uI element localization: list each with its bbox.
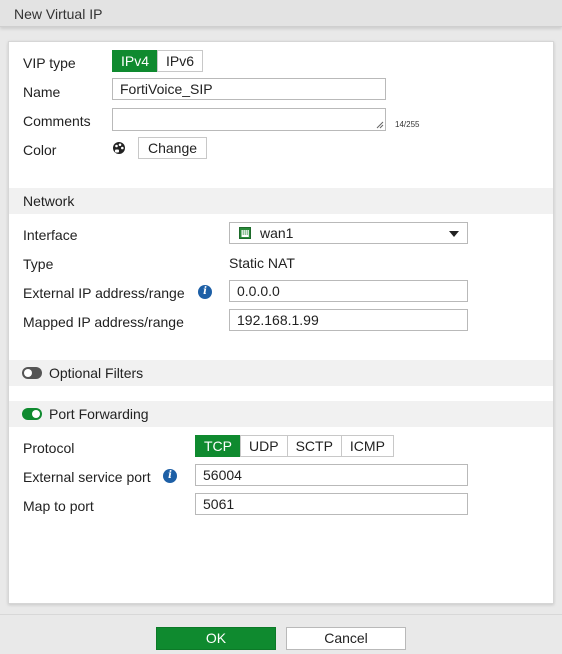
optional-filters-section: Optional Filters — [9, 360, 553, 386]
external-ip-input[interactable] — [229, 280, 468, 302]
network-section-title: Network — [23, 193, 75, 209]
info-icon[interactable]: i — [198, 285, 212, 299]
ok-button[interactable]: OK — [156, 627, 276, 650]
comments-counter: 14/255 — [395, 120, 420, 129]
vip-type-ipv4-option[interactable]: IPv4 — [112, 50, 159, 72]
name-label: Name — [23, 84, 61, 100]
protocol-toggle: TCP UDP SCTP ICMP — [195, 435, 394, 457]
port-forwarding-label: Port Forwarding — [49, 406, 149, 422]
interface-select[interactable]: wan1 — [229, 222, 468, 244]
interface-value: wan1 — [260, 225, 294, 241]
resize-grip-icon[interactable] — [376, 121, 384, 129]
map-port-label: Map to port — [23, 498, 94, 514]
port-forwarding-toggle[interactable] — [22, 408, 42, 420]
protocol-tcp-option[interactable]: TCP — [195, 435, 241, 457]
cancel-button[interactable]: Cancel — [286, 627, 406, 650]
optional-filters-label: Optional Filters — [49, 365, 144, 381]
port-forwarding-section: Port Forwarding — [9, 401, 553, 427]
palette-icon — [113, 142, 125, 154]
vip-type-toggle: IPv4 IPv6 — [112, 50, 204, 72]
color-change-button[interactable]: Change — [138, 137, 207, 159]
name-input[interactable] — [112, 78, 386, 100]
type-value: Static NAT — [229, 255, 295, 271]
dialog-footer: OK Cancel — [0, 614, 562, 654]
network-section-header: Network — [9, 188, 553, 214]
protocol-udp-option[interactable]: UDP — [240, 435, 288, 457]
dialog-title: New Virtual IP — [0, 0, 562, 27]
vip-type-ipv6-option[interactable]: IPv6 — [157, 50, 204, 72]
optional-filters-toggle[interactable] — [22, 367, 42, 379]
vip-type-label: VIP type — [23, 55, 76, 71]
protocol-label: Protocol — [23, 440, 75, 456]
comments-label: Comments — [23, 113, 91, 129]
mapped-ip-input[interactable] — [229, 309, 468, 331]
chevron-down-icon — [449, 231, 459, 237]
network-port-icon — [239, 227, 251, 239]
info-icon[interactable]: i — [163, 469, 177, 483]
vip-form-panel: VIP type IPv4 IPv6 Name Comments 14/255 … — [8, 41, 554, 604]
map-port-input[interactable] — [195, 493, 468, 515]
mapped-ip-label: Mapped IP address/range — [23, 314, 184, 330]
external-port-input[interactable] — [195, 464, 468, 486]
protocol-icmp-option[interactable]: ICMP — [340, 435, 394, 457]
comments-textarea[interactable] — [112, 108, 386, 131]
interface-label: Interface — [23, 227, 78, 243]
external-ip-label: External IP address/range — [23, 285, 185, 301]
color-label: Color — [23, 142, 57, 158]
type-label: Type — [23, 256, 54, 272]
external-port-label: External service port — [23, 469, 151, 485]
protocol-sctp-option[interactable]: SCTP — [286, 435, 342, 457]
